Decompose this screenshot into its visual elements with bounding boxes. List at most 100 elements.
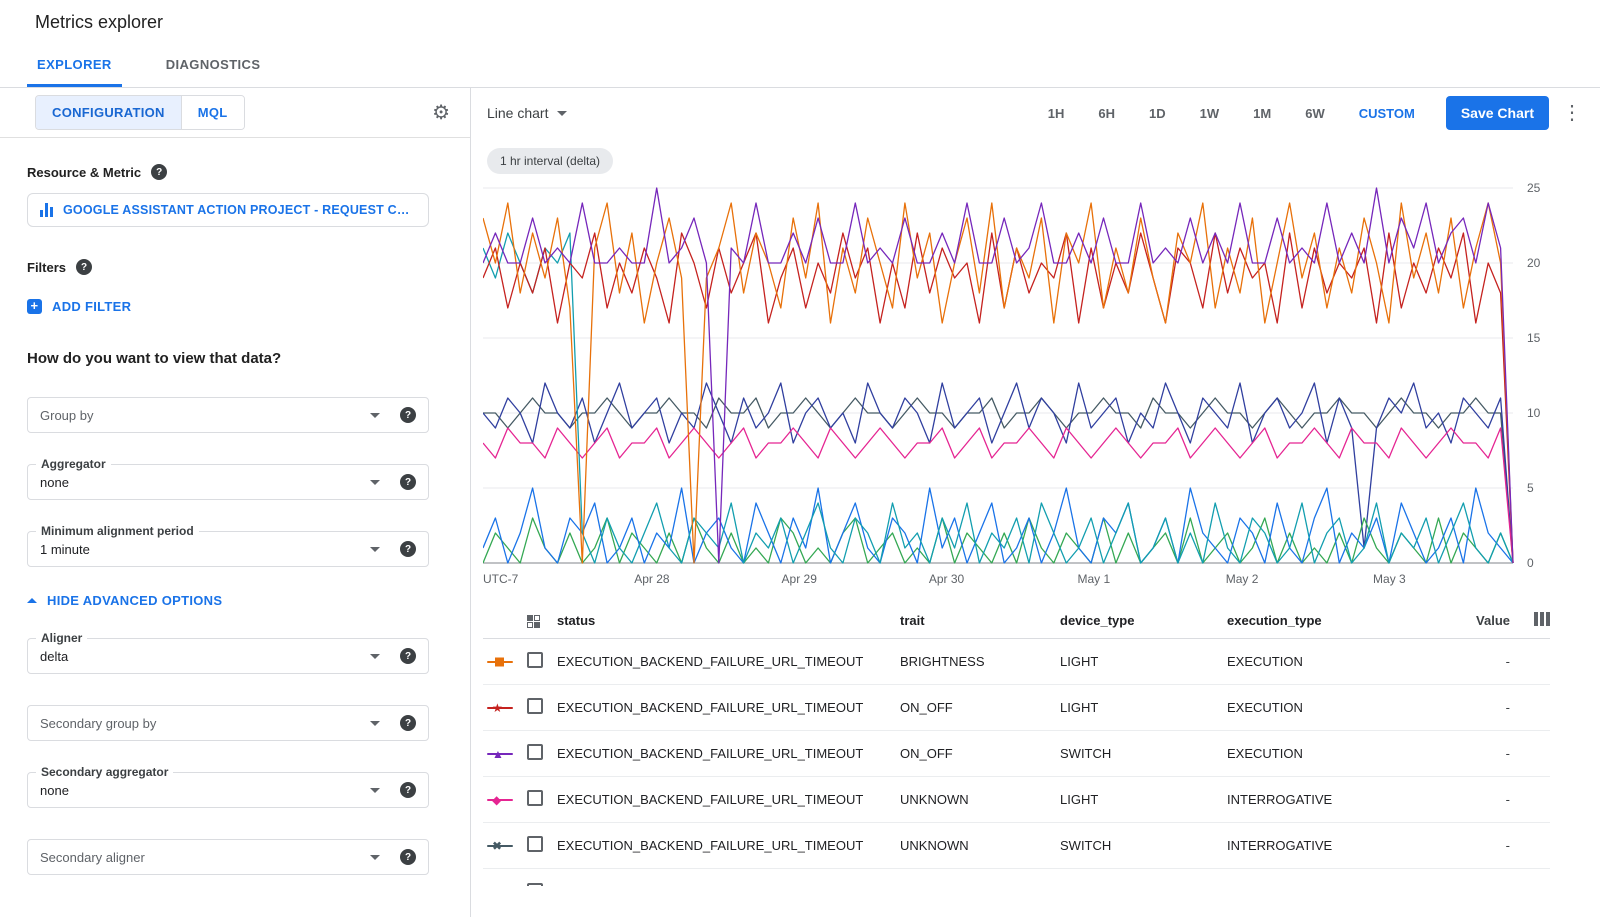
series-checkbox[interactable]: [527, 790, 543, 806]
secondary-group-by-dropdown[interactable]: Secondary group by ?: [27, 705, 429, 741]
help-icon[interactable]: ?: [400, 782, 416, 798]
secondary-aligner-placeholder: Secondary aligner: [40, 850, 370, 865]
cell-status: EXECUTION_BACKEND_FAILURE_URL_TIMEOUT: [557, 654, 900, 669]
mql-button[interactable]: MQL: [181, 96, 244, 129]
help-icon[interactable]: ?: [400, 648, 416, 664]
custom-range-button[interactable]: CUSTOM: [1342, 98, 1432, 129]
help-icon[interactable]: ?: [400, 541, 416, 557]
cell-device-type: LIGHT: [1060, 700, 1227, 715]
more-options-icon[interactable]: ⋮: [1562, 103, 1582, 123]
cell-status: EXECUTION_BACKEND_FAILURE_URL_TIMEOUT: [557, 792, 900, 807]
help-icon[interactable]: ?: [400, 849, 416, 865]
min-alignment-period-dropdown[interactable]: Minimum alignment period 1 minute ?: [27, 531, 429, 567]
hide-advanced-options-button[interactable]: HIDE ADVANCED OPTIONS: [27, 593, 443, 608]
series-checkbox[interactable]: [527, 883, 543, 887]
series-checkbox[interactable]: [527, 698, 543, 714]
table-row[interactable]: ✖EXECUTION_BACKEND_FAILURE_URL_TIMEOUTUN…: [483, 823, 1550, 869]
series-marker-star: ★: [483, 685, 527, 730]
svg-text:10: 10: [1527, 406, 1541, 420]
main-tabs: EXPLORER DIAGNOSTICS: [0, 45, 1600, 88]
cell-trait: ON_OFF: [900, 700, 1060, 715]
cell-status: EXECUTION_BACKEND_FAILURE_URL_TIMEOUT: [557, 746, 900, 761]
resource-metric-label: Resource & Metric ?: [27, 164, 443, 180]
chevron-down-icon: [557, 111, 567, 116]
table-row[interactable]: EXECUTION_BACKEND_FAILURE_URL_TIMEOUTBRI…: [483, 639, 1550, 685]
cell-status: EXECUTION_BACKEND_FAILURE_URL_TIMEOUT: [557, 838, 900, 853]
range-button-6h[interactable]: 6H: [1081, 98, 1132, 129]
header-value: Value: [1443, 613, 1510, 628]
selected-metric-button[interactable]: GOOGLE ASSISTANT ACTION PROJECT - REQUES…: [27, 193, 429, 227]
chevron-down-icon: [370, 788, 380, 793]
series-marker-square: [483, 639, 527, 684]
aggregator-label: Aggregator: [36, 457, 111, 471]
cell-device-type: SWITCH: [1060, 746, 1227, 761]
help-icon[interactable]: ?: [400, 407, 416, 423]
cell-execution-type: INTERROGATIVE: [1227, 838, 1443, 853]
group-by-dropdown[interactable]: Group by ?: [27, 397, 429, 433]
bar-chart-icon: [40, 203, 53, 217]
series-table-header: status trait device_type execution_type …: [483, 603, 1550, 639]
table-row[interactable]: ◆EXECUTION_BACKEND_FAILURE_URL_TIMEOUTUN…: [483, 777, 1550, 823]
cell-value: -: [1443, 746, 1510, 761]
settings-gear-icon[interactable]: ⚙: [432, 103, 450, 123]
series-checkbox[interactable]: [527, 744, 543, 760]
aggregator-value: none: [40, 475, 370, 490]
header-execution-type: execution_type: [1227, 613, 1443, 628]
aligner-label: Aligner: [36, 631, 87, 645]
range-button-1h[interactable]: 1H: [1031, 98, 1082, 129]
add-box-icon: +: [27, 299, 42, 314]
aligner-value: delta: [40, 649, 370, 664]
cell-status: EXECUTION_BACKEND_FAILURE_URL_TIMEOUT: [557, 700, 900, 715]
chart-type-dropdown[interactable]: Line chart: [487, 105, 567, 121]
table-row[interactable]: ▲ EXECUTION_BACKEND_FAILURE_URL_TIMEOUTON…: [483, 731, 1550, 777]
svg-text:May 2: May 2: [1226, 572, 1259, 586]
secondary-aggregator-dropdown[interactable]: Secondary aggregator none ?: [27, 772, 429, 808]
chevron-down-icon: [370, 480, 380, 485]
svg-text:May 3: May 3: [1373, 572, 1406, 586]
column-settings-icon[interactable]: [1534, 612, 1550, 626]
chart-type-label: Line chart: [487, 105, 548, 121]
help-icon[interactable]: ?: [400, 474, 416, 490]
help-icon[interactable]: ?: [400, 715, 416, 731]
save-chart-button[interactable]: Save Chart: [1446, 96, 1549, 130]
min-alignment-value: 1 minute: [40, 542, 370, 557]
cell-trait: ON_OFF: [900, 746, 1060, 761]
series-marker-triangle: ▲: [483, 731, 527, 776]
toggle-all-series-icon[interactable]: [527, 615, 540, 628]
range-button-1d[interactable]: 1D: [1132, 98, 1183, 129]
mode-toggle: CONFIGURATION MQL: [35, 95, 245, 130]
page-title: Metrics explorer: [0, 0, 1600, 45]
svg-text:Apr 28: Apr 28: [634, 572, 670, 586]
interval-chip: 1 hr interval (delta): [487, 148, 613, 174]
svg-text:May 1: May 1: [1077, 572, 1110, 586]
cell-execution-type: EXECUTION: [1227, 654, 1443, 669]
chart-panel: Line chart 1H6H1D1W1M6W CUSTOM Save Char…: [471, 88, 1600, 917]
aggregator-dropdown[interactable]: Aggregator none ?: [27, 464, 429, 500]
cell-trait: UNKNOWN: [900, 792, 1060, 807]
series-checkbox[interactable]: [527, 652, 543, 668]
timeseries-chart[interactable]: 0510152025UTC-7Apr 28Apr 29Apr 30May 1Ma…: [483, 182, 1561, 586]
configuration-button[interactable]: CONFIGURATION: [36, 96, 181, 129]
series-table: status trait device_type execution_type …: [483, 603, 1550, 886]
view-data-heading: How do you want to view that data?: [27, 350, 443, 367]
secondary-aggregator-value: none: [40, 783, 370, 798]
cell-device-type: LIGHT: [1060, 654, 1227, 669]
svg-text:0: 0: [1527, 556, 1534, 570]
chevron-down-icon: [370, 654, 380, 659]
aligner-dropdown[interactable]: Aligner delta ?: [27, 638, 429, 674]
tab-explorer[interactable]: EXPLORER: [27, 45, 122, 87]
chevron-down-icon: [370, 413, 380, 418]
cell-value: -: [1443, 654, 1510, 669]
range-button-6w[interactable]: 6W: [1288, 98, 1342, 129]
range-button-1w[interactable]: 1W: [1183, 98, 1237, 129]
series-checkbox[interactable]: [527, 836, 543, 852]
help-icon[interactable]: ?: [151, 164, 167, 180]
header-device-type: device_type: [1060, 613, 1227, 628]
add-filter-button[interactable]: + ADD FILTER: [27, 299, 443, 314]
table-row[interactable]: ★ EXECUTION_BACKEND_FAILURE_URL_TIMEOUTON…: [483, 685, 1550, 731]
chevron-down-icon: [370, 855, 380, 860]
tab-diagnostics[interactable]: DIAGNOSTICS: [156, 45, 271, 87]
help-icon[interactable]: ?: [76, 259, 92, 275]
secondary-aligner-dropdown[interactable]: Secondary aligner ?: [27, 839, 429, 875]
range-button-1m[interactable]: 1M: [1236, 98, 1288, 129]
